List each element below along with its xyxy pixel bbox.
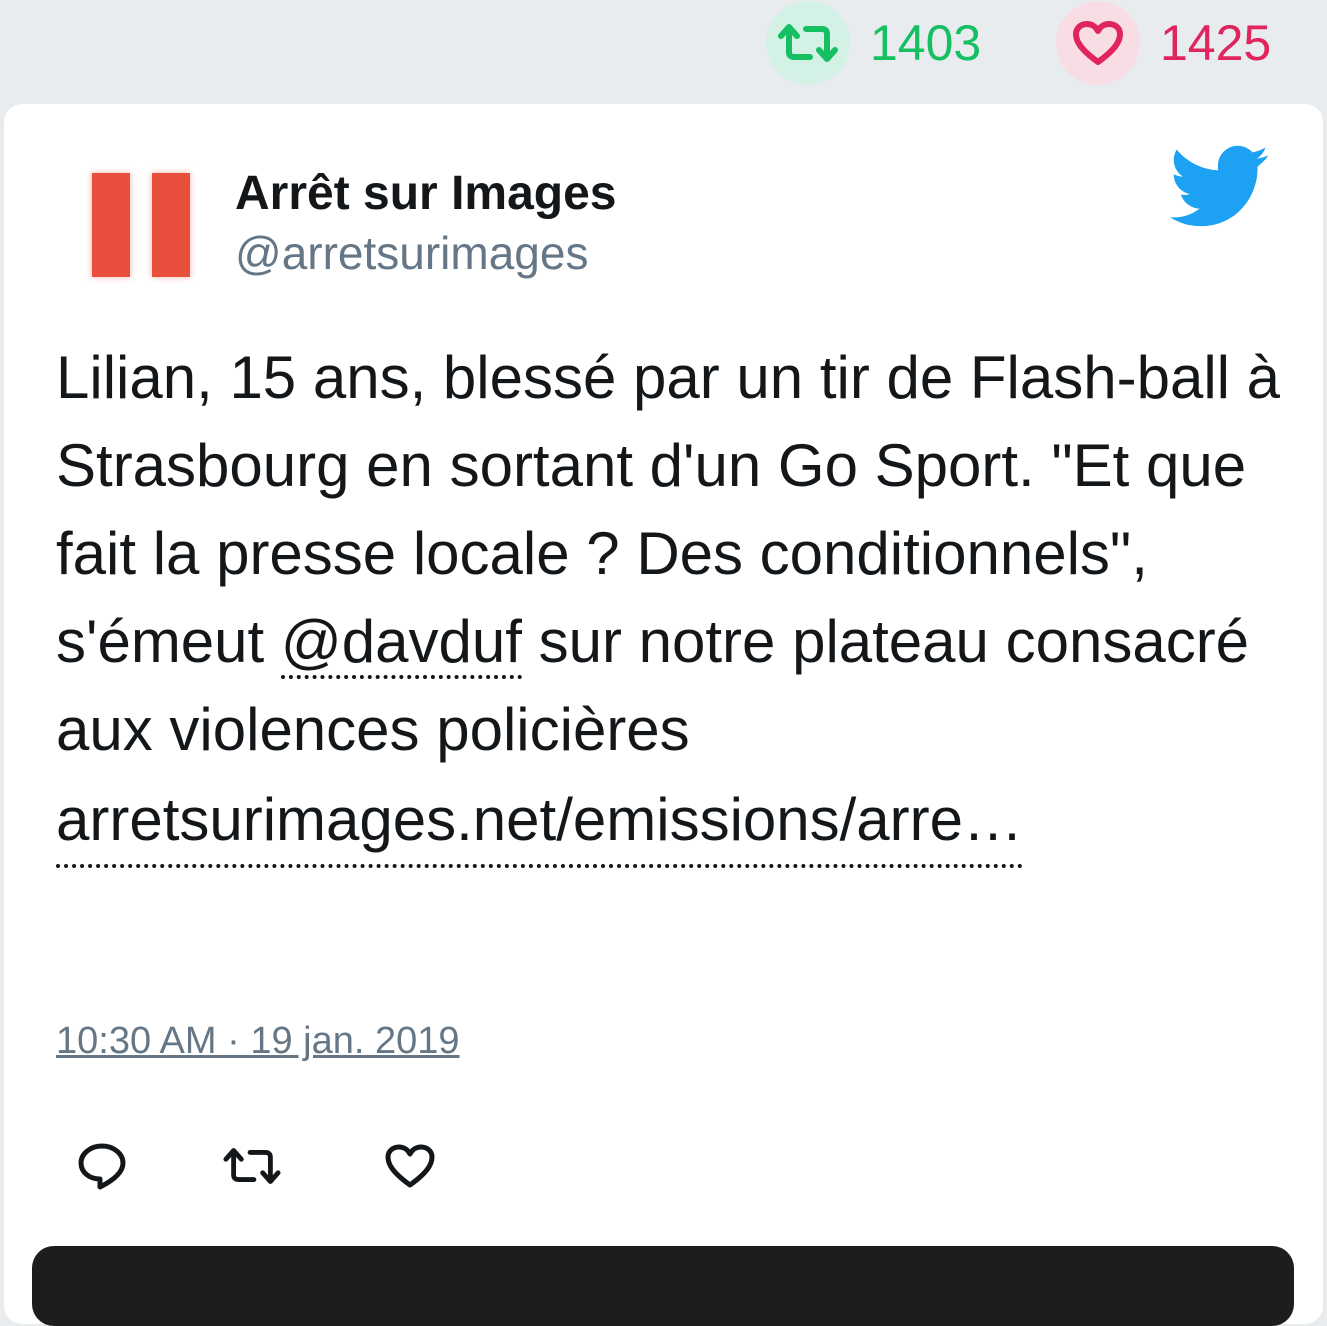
tweet-text: Lilian, 15 ans, blessé par un tir de Fla… [56, 334, 1296, 868]
article-link[interactable]: arretsurimages.net/emissions/arre… [56, 776, 1024, 868]
retweet-icon [223, 1148, 281, 1184]
heart-icon [1073, 21, 1123, 65]
heart-icon [385, 1144, 435, 1188]
like-count: 1425 [1160, 15, 1272, 71]
mention-link[interactable]: @davduf [280, 608, 522, 679]
reply-button[interactable] [72, 1136, 132, 1196]
retweet-icon-circle[interactable] [766, 1, 850, 85]
author-name[interactable]: Arrêt sur Images [235, 166, 617, 221]
like-stat[interactable]: 1425 [1056, 1, 1272, 85]
retweet-button[interactable] [222, 1136, 282, 1196]
author-handle[interactable]: @arretsurimages [235, 226, 588, 280]
avatar[interactable] [76, 160, 206, 290]
next-embed-card[interactable] [32, 1246, 1294, 1326]
reply-icon [78, 1143, 126, 1190]
engagement-bar: 1403 1425 [0, 0, 1327, 104]
tweet-timestamp[interactable]: 10:30 AM · 19 jan. 2019 [56, 1020, 460, 1063]
avatar-bar-left [92, 173, 130, 277]
avatar-bar-right [152, 173, 190, 277]
retweet-count: 1403 [870, 15, 982, 71]
retweet-stat[interactable]: 1403 [766, 1, 982, 85]
retweet-icon [778, 24, 838, 62]
like-button[interactable] [380, 1136, 440, 1196]
like-icon-circle[interactable] [1056, 1, 1140, 85]
tweet-card: Arrêt sur Images @arretsurimages Lilian,… [4, 104, 1323, 1324]
twitter-bird-icon[interactable] [1170, 144, 1270, 230]
